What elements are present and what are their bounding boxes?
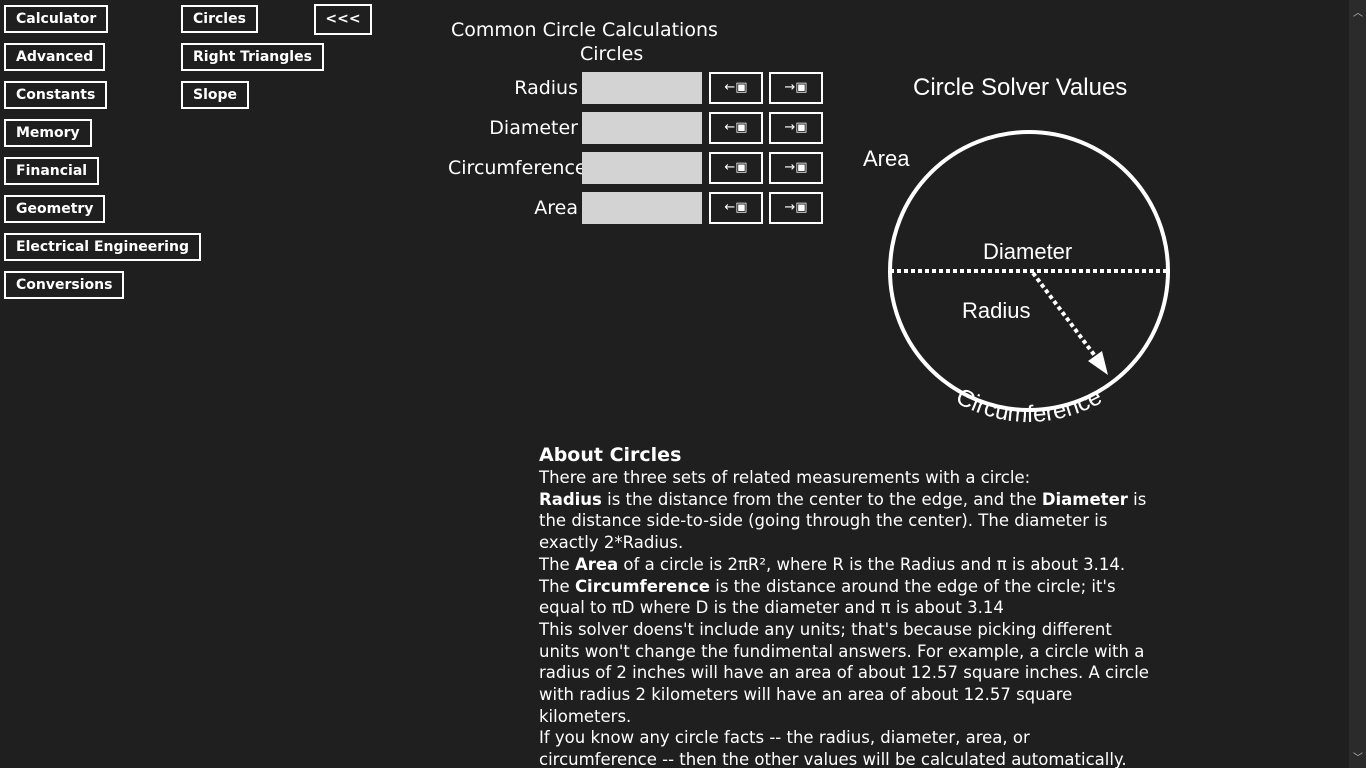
circumference-input[interactable] (582, 152, 702, 184)
about-units-paragraph: This solver doens't include any units; t… (539, 619, 1149, 726)
nav-conversions-button[interactable]: Conversions (4, 271, 125, 299)
diameter-load-button[interactable]: ←▣ (709, 112, 763, 144)
about-area-prefix: The (539, 554, 575, 574)
circle-solver-page: Calculator Advanced Constants Memory Fin… (0, 0, 1366, 768)
nav-financial-button[interactable]: Financial (4, 157, 100, 185)
area-store-button[interactable]: →▣ (769, 192, 823, 224)
nav-constants-button[interactable]: Constants (4, 81, 108, 109)
area-diagram-label: Area (863, 146, 910, 171)
circumference-load-button[interactable]: ←▣ (709, 152, 763, 184)
about-circumference-paragraph: The Circumference is the distance around… (539, 576, 1149, 619)
circumference-label: Circumference (448, 157, 587, 179)
about-radius-text: is the distance from the center to the e… (601, 489, 1042, 509)
nav-advanced-button[interactable]: Advanced (4, 43, 106, 71)
radius-load-button[interactable]: ←▣ (709, 72, 763, 104)
about-auto-paragraph: If you know any circle facts -- the radi… (539, 728, 1127, 768)
back-button[interactable]: <<< (314, 4, 372, 35)
nav-calculator-button[interactable]: Calculator (4, 5, 109, 33)
about-section: About Circles There are three sets of re… (539, 443, 1149, 768)
nav-circles-button[interactable]: Circles (181, 5, 258, 33)
diameter-label: Diameter (489, 117, 578, 139)
circumference-diagram-label: Circumference (952, 383, 1106, 428)
circumference-store-button[interactable]: →▣ (769, 152, 823, 184)
nav-electrical-engineering-button[interactable]: Electrical Engineering (4, 233, 201, 261)
about-intro: There are three sets of related measurem… (539, 468, 1031, 487)
about-diameter-term: Diameter (1041, 489, 1128, 509)
area-load-button[interactable]: ←▣ (709, 192, 763, 224)
radius-arrowhead (1088, 351, 1108, 375)
diameter-store-button[interactable]: →▣ (769, 112, 823, 144)
nav-geometry-button[interactable]: Geometry (4, 195, 106, 223)
vertical-scrollbar[interactable]: ︿ ﹀ (1349, 0, 1366, 768)
radius-line (1031, 271, 1100, 362)
area-label: Area (534, 197, 578, 219)
about-area-paragraph: The Area of a circle is 2πR², where R is… (539, 554, 1149, 576)
about-radius-term: Radius (539, 489, 602, 509)
area-input[interactable] (582, 192, 702, 224)
circle-outline (888, 130, 1170, 412)
about-radius-paragraph: Radius is the distance from the center t… (539, 489, 1149, 554)
diameter-diagram-label: Diameter (983, 239, 1072, 264)
nav-right-triangles-button[interactable]: Right Triangles (181, 43, 324, 71)
scroll-up-icon[interactable]: ︿ (1353, 4, 1363, 19)
nav-memory-button[interactable]: Memory (4, 119, 92, 147)
solver-title: Common Circle Calculations (451, 19, 718, 41)
about-circumference-term: Circumference (574, 576, 710, 596)
diameter-input[interactable] (582, 112, 702, 144)
about-area-text: of a circle is 2πR², where R is the Radi… (618, 554, 1126, 574)
about-heading: About Circles (539, 444, 682, 466)
diagram-title: Circle Solver Values (913, 74, 1128, 101)
circumference-diagram-text: Circumference (952, 383, 1106, 428)
about-area-term: Area (574, 554, 619, 574)
radius-label: Radius (514, 77, 578, 99)
radius-input[interactable] (582, 72, 702, 104)
about-circumference-prefix: The (539, 576, 575, 596)
nav-slope-button[interactable]: Slope (181, 81, 250, 109)
scroll-down-icon[interactable]: ﹀ (1353, 749, 1363, 764)
solver-subtitle: Circles (580, 43, 644, 65)
radius-diagram-label: Radius (962, 298, 1030, 323)
radius-store-button[interactable]: →▣ (769, 72, 823, 104)
